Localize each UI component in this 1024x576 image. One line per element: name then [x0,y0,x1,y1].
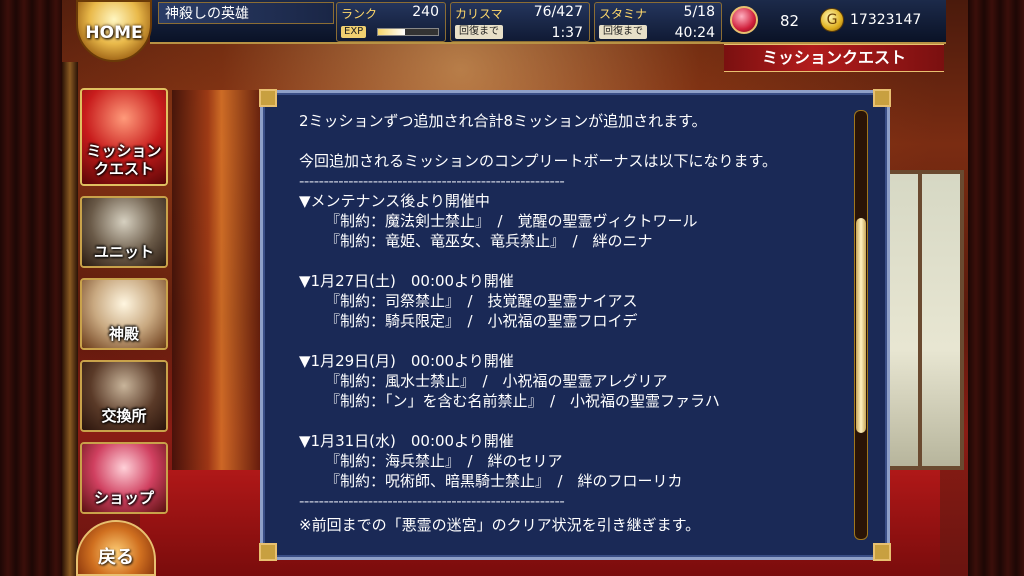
bonus-intro-text: 今回追加されるミッションのコンプリートボーナスは以下になります。 [299,152,778,170]
mission-item: 『制約：「ン」を含む名前禁止』 / 小祝福の聖霊ファラハ [325,392,720,410]
sidebar-item-exchange[interactable]: 交換所 [80,360,168,432]
charisma-panel: カリスマ 76/427 回復まで 1:37 [450,2,590,42]
sidebar-item-mission-quest[interactable]: ミッション クエスト [80,88,168,186]
gold-count: 17323147 [850,12,922,28]
dialog-corner-ornament [873,89,891,107]
side-menu-frame [62,62,78,576]
player-name: 神殺しの英雄 [158,2,334,24]
dialog-scroll-content[interactable]: 2ミッションずつ追加され合計8ミッションが追加されます。 今回追加されるミッショ… [299,111,859,541]
sidebar-item-label: ミッション クエスト [86,142,162,178]
stamina-recover-label: 回復まで [599,25,647,39]
rank-value: 240 [412,4,439,20]
right-curtain [968,0,1024,576]
exp-label: EXP [341,26,367,38]
dialog-corner-ornament [259,543,277,561]
stamina-label: スタミナ [599,7,648,21]
stamina-panel: スタミナ 5/18 回復まで 40:24 [594,2,722,42]
sidebar-item-unit[interactable]: ユニット [80,196,168,268]
intro-text: 2ミッションずつ追加され合計8ミッションが追加されます。 [299,112,707,130]
sidebar-item-label: 神殿 [108,325,139,343]
sidebar-item-shop[interactable]: ショップ [80,442,168,514]
mission-info-dialog: 2ミッションずつ追加され合計8ミッションが追加されます。 今回追加されるミッショ… [259,89,891,561]
gem-count: 82 [780,12,800,30]
mission-item: 『制約：風水士禁止』 / 小祝福の聖霊アレグリア [325,372,668,390]
charisma-label: カリスマ [455,7,503,21]
mission-item: 『制約：海兵禁止』 / 絆のセリア [325,452,563,470]
charisma-value: 76/427 [533,4,583,20]
mission-item: 『制約：司祭禁止』 / 技覚醒の聖霊ナイアス [325,292,638,310]
stamina-recover-time: 40:24 [674,25,715,41]
group-heading: ▼1月31日(水) 00:00より開催 [299,432,514,450]
mission-item: 『制約：魔法剣士禁止』 / 覚醒の聖霊ヴィクトワール [325,212,698,230]
screen-title: ミッションクエスト [724,44,944,72]
rank-panel: ランク 240 EXP [336,2,446,42]
dialog-corner-ornament [873,543,891,561]
group-heading: ▼1月27日(土) 00:00より開催 [299,272,514,290]
background-pillar [172,90,262,490]
charisma-recover-label: 回復まで [455,25,503,39]
sidebar-item-label: ショップ [93,489,154,507]
sidebar-item-temple[interactable]: 神殿 [80,278,168,350]
group-heading: ▼1月29日(月) 00:00より開催 [299,352,514,370]
left-curtain [0,0,62,576]
dialog-scrollbar[interactable] [854,110,868,540]
sidebar-item-label: 交換所 [101,407,147,425]
mission-item: 『制約：竜姫、竜巫女、竜兵禁止』 / 絆のニナ [325,232,653,250]
separator: ----------------------------------------… [299,492,565,510]
exp-bar [377,28,439,36]
rank-label: ランク [341,7,378,21]
gem-icon[interactable] [730,6,758,34]
stamina-value: 5/18 [683,4,715,20]
charisma-recover-time: 1:37 [551,25,583,41]
note-text: ※前回までの「悪霊の迷宮」のクリア状況を引き継ぎます。 [299,516,701,534]
gold-icon: G [820,8,844,32]
sidebar-item-label: ユニット [93,243,154,261]
separator: ----------------------------------------… [299,172,565,190]
exp-bar-fill [378,29,405,35]
dialog-corner-ornament [259,89,277,107]
mission-item: 『制約：騎兵限定』 / 小祝福の聖霊フロイデ [325,312,638,330]
mission-item: 『制約：呪術師、暗黒騎士禁止』 / 絆のフローリカ [325,472,683,490]
scrollbar-thumb[interactable] [856,218,866,433]
group-heading: ▼メンテナンス後より開催中 [299,192,490,210]
